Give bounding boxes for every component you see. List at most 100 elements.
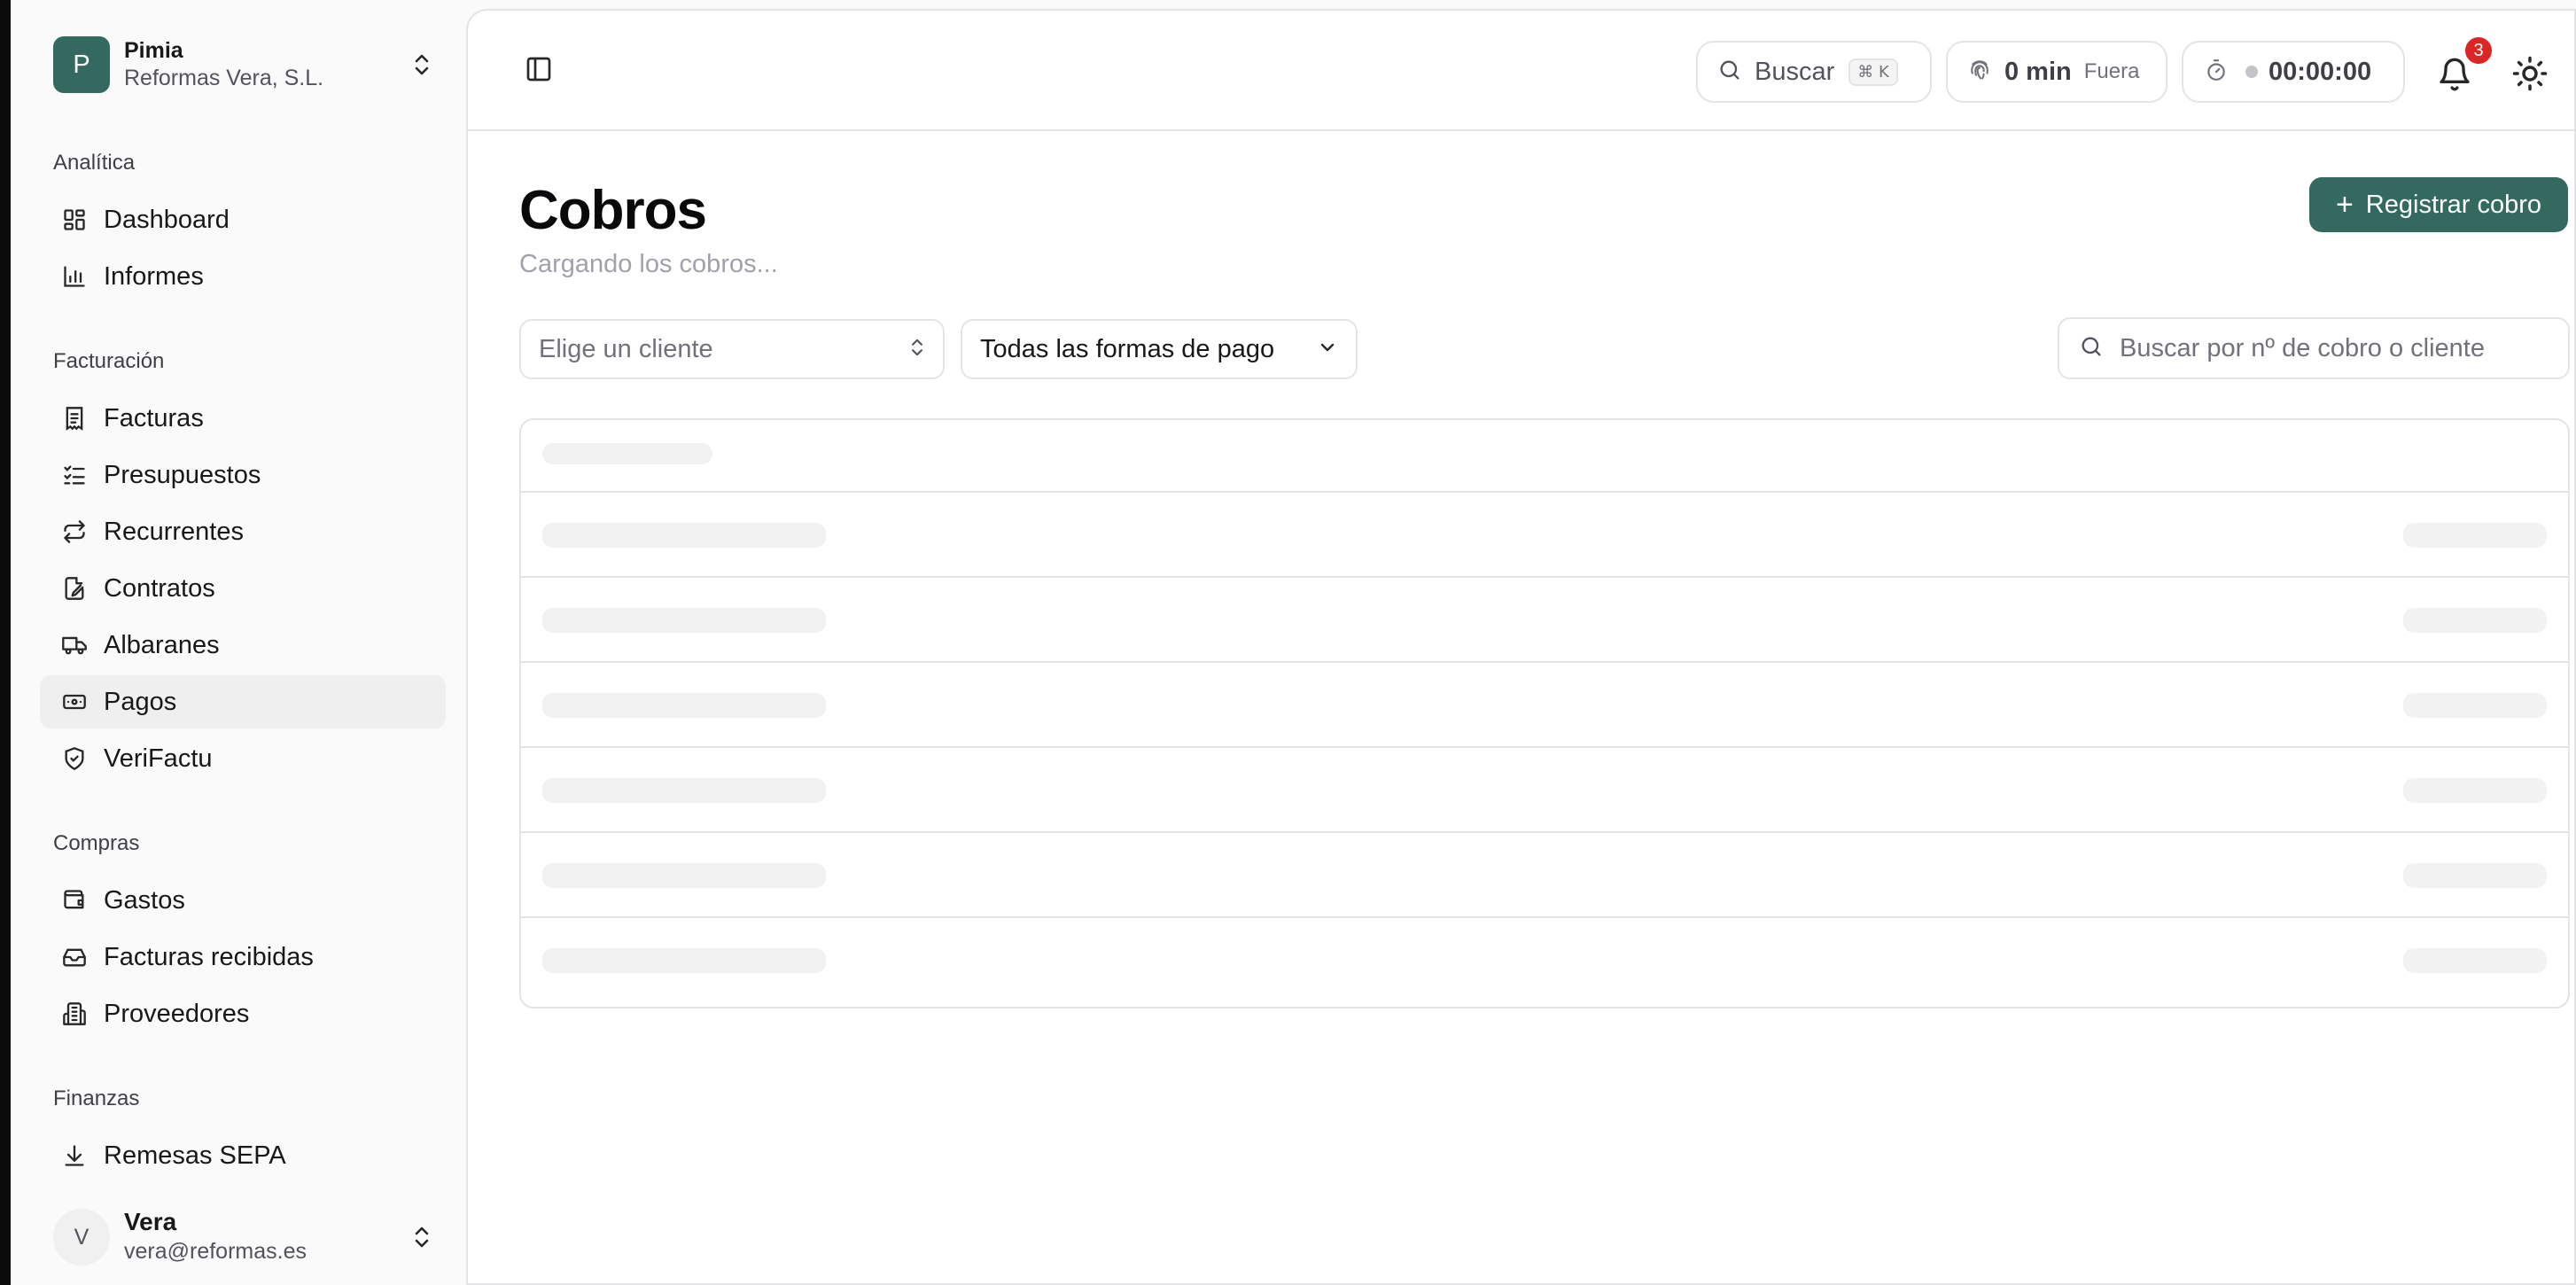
sidebar-item-label: VeriFactu bbox=[104, 744, 213, 773]
payments-search-field[interactable] bbox=[2058, 317, 2570, 379]
skeleton-cell bbox=[542, 608, 826, 633]
bell-icon[interactable] bbox=[2437, 57, 2472, 92]
topbar: Buscar ⌘ K 0 min Fuera 00:00:00 3 bbox=[468, 11, 2574, 131]
checklist-icon bbox=[61, 462, 88, 488]
group-label-finanzas: Finanzas bbox=[53, 1086, 140, 1110]
user-email: vera@reformas.es bbox=[124, 1239, 307, 1264]
sidebar-item-label: Recurrentes bbox=[104, 517, 244, 546]
sidebar-item-label: Facturas recibidas bbox=[104, 942, 314, 971]
sidebar-item-label: Dashboard bbox=[104, 205, 230, 234]
table-row bbox=[521, 661, 2568, 746]
sidebar-item-label: Proveedores bbox=[104, 999, 250, 1028]
fingerprint-icon bbox=[1967, 58, 1992, 87]
shield-check-icon bbox=[61, 745, 88, 772]
skeleton-cell bbox=[542, 778, 826, 803]
file-signature-icon bbox=[61, 575, 88, 602]
sidebar-item-facturas-recibidas[interactable]: Facturas recibidas bbox=[40, 931, 446, 984]
sidebar-item-remesas-sepa[interactable]: Remesas SEPA bbox=[40, 1129, 446, 1182]
search-icon bbox=[1717, 58, 1742, 87]
skeleton-cell bbox=[2403, 693, 2547, 718]
sidebar-item-label: Pagos bbox=[104, 687, 177, 716]
sidebar-item-proveedores[interactable]: Proveedores bbox=[40, 987, 446, 1040]
truck-icon bbox=[61, 632, 88, 658]
sidebar-item-facturas[interactable]: Facturas bbox=[40, 392, 446, 445]
table-row bbox=[521, 746, 2568, 831]
invoice-icon bbox=[61, 405, 88, 432]
group-label-facturacion: Facturación bbox=[53, 349, 165, 373]
app-window: P Pimia Reformas Vera, S.L. Analítica Da… bbox=[11, 0, 2576, 1285]
table-header bbox=[521, 420, 2568, 491]
user-menu[interactable]: V Vera vera@reformas.es bbox=[53, 1205, 443, 1269]
global-search-button[interactable]: Buscar ⌘ K bbox=[1696, 41, 1932, 103]
workspace-company: Reformas Vera, S.L. bbox=[124, 66, 324, 90]
sidebar-item-label: Facturas bbox=[104, 403, 204, 432]
sidebar-item-pagos[interactable]: Pagos bbox=[40, 675, 446, 728]
sidebar-item-informes[interactable]: Informes bbox=[40, 250, 446, 303]
table-row bbox=[521, 491, 2568, 576]
chevrons-up-down-icon bbox=[408, 51, 436, 79]
register-payment-button[interactable]: + Registrar cobro bbox=[2309, 177, 2568, 232]
sidebar-item-verifactu[interactable]: VeriFactu bbox=[40, 732, 446, 785]
chevrons-up-down-icon bbox=[408, 1223, 436, 1251]
inbox-icon bbox=[61, 944, 88, 970]
group-label-analitica: Analítica bbox=[53, 151, 136, 175]
search-label: Buscar bbox=[1755, 57, 1835, 86]
table-row bbox=[521, 831, 2568, 916]
payment-method-value: Todas las formas de pago bbox=[980, 334, 1275, 363]
page-subtitle: Cargando los cobros... bbox=[519, 250, 778, 278]
wallet-icon bbox=[61, 887, 88, 914]
timer-status-dot bbox=[2245, 66, 2258, 78]
payments-search-input[interactable] bbox=[2120, 333, 2545, 363]
page-title: Cobros bbox=[519, 180, 707, 241]
skeleton-header-cell bbox=[542, 443, 712, 464]
skeleton-cell bbox=[2403, 948, 2547, 973]
sidebar: P Pimia Reformas Vera, S.L. Analítica Da… bbox=[11, 0, 466, 1285]
skeleton-cell bbox=[542, 523, 826, 548]
group-label-compras: Compras bbox=[53, 831, 140, 855]
client-select-placeholder: Elige un cliente bbox=[539, 334, 713, 363]
table-row bbox=[521, 916, 2568, 1001]
sidebar-item-label: Informes bbox=[104, 261, 204, 291]
repeat-icon bbox=[61, 518, 88, 545]
clock-in-button[interactable]: 0 min Fuera bbox=[1946, 41, 2167, 103]
payment-method-select[interactable]: Todas las formas de pago bbox=[961, 319, 1358, 379]
client-select[interactable]: Elige un cliente bbox=[519, 319, 945, 379]
stopwatch-icon bbox=[2205, 58, 2228, 86]
skeleton-cell bbox=[2403, 778, 2547, 803]
plus-icon: + bbox=[2335, 188, 2354, 222]
skeleton-cell bbox=[2403, 863, 2547, 888]
building-icon bbox=[61, 1001, 88, 1027]
sidebar-item-label: Gastos bbox=[104, 885, 185, 915]
skeleton-cell bbox=[542, 693, 826, 718]
sidebar-item-label: Remesas SEPA bbox=[104, 1141, 286, 1170]
timer-value: 00:00:00 bbox=[2269, 57, 2372, 86]
sidebar-item-dashboard[interactable]: Dashboard bbox=[40, 193, 446, 246]
skeleton-cell bbox=[542, 948, 826, 973]
skeleton-cell bbox=[2403, 523, 2547, 548]
skeleton-cell bbox=[542, 863, 826, 888]
dashboard-icon bbox=[61, 206, 88, 233]
sidebar-item-label: Albaranes bbox=[104, 630, 220, 659]
skeleton-cell bbox=[2403, 608, 2547, 633]
register-payment-label: Registrar cobro bbox=[2365, 190, 2542, 219]
theme-toggle-sun-icon[interactable] bbox=[2511, 55, 2549, 92]
sidebar-toggle-button[interactable] bbox=[523, 53, 555, 85]
download-icon bbox=[61, 1142, 88, 1169]
banknote-icon bbox=[61, 689, 88, 715]
clock-value: 0 min bbox=[2004, 57, 2072, 86]
sidebar-item-albaranes[interactable]: Albaranes bbox=[40, 619, 446, 672]
sidebar-item-contratos[interactable]: Contratos bbox=[40, 562, 446, 615]
table-row bbox=[521, 576, 2568, 661]
workspace-name: Pimia bbox=[124, 38, 183, 63]
workspace-switcher[interactable]: P Pimia Reformas Vera, S.L. bbox=[53, 35, 443, 94]
sidebar-item-recurrentes[interactable]: Recurrentes bbox=[40, 505, 446, 558]
chevron-down-icon bbox=[1317, 337, 1338, 362]
sidebar-item-label: Presupuestos bbox=[104, 460, 261, 489]
chevrons-up-down-icon bbox=[909, 336, 925, 363]
timer-button[interactable]: 00:00:00 bbox=[2182, 41, 2405, 103]
sidebar-item-presupuestos[interactable]: Presupuestos bbox=[40, 448, 446, 502]
workspace-avatar: P bbox=[53, 36, 110, 93]
search-shortcut: ⌘ K bbox=[1848, 58, 1898, 86]
main-content: Buscar ⌘ K 0 min Fuera 00:00:00 3 Cobros… bbox=[466, 9, 2576, 1285]
sidebar-item-gastos[interactable]: Gastos bbox=[40, 874, 446, 927]
